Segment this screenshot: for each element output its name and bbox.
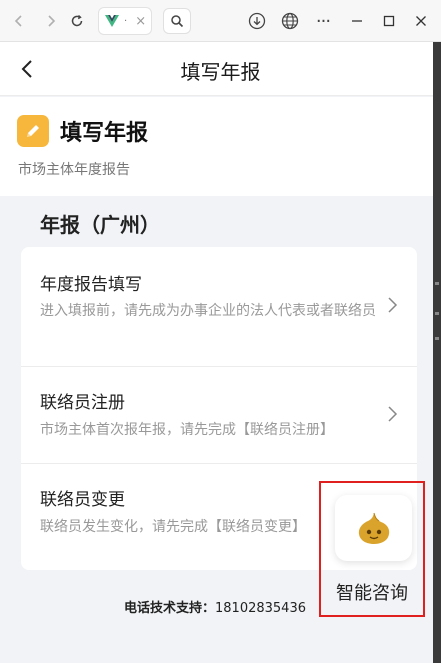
maximize-icon[interactable] xyxy=(376,8,402,34)
intro-title: 填写年报 xyxy=(60,121,149,146)
chevron-right-icon xyxy=(388,297,398,313)
tab-title: · xyxy=(124,15,128,27)
edge-mark xyxy=(435,282,439,285)
vue-logo-icon xyxy=(105,15,119,27)
list-item-contact-register[interactable]: 联络员注册 市场主体首次报年报，请先完成【联络员注册】 xyxy=(21,366,417,463)
page-header: 填写年报 xyxy=(0,42,441,96)
edge-mark xyxy=(435,337,439,340)
pencil-icon xyxy=(17,115,49,147)
ai-consult-label: 智能咨询 xyxy=(336,583,408,604)
intro-subtitle: 市场主体年度报告 xyxy=(18,162,130,178)
edge-mark xyxy=(435,312,439,315)
page-title: 填写年报 xyxy=(180,60,261,84)
list-item-title: 年度报告填写 xyxy=(40,275,142,295)
more-menu-icon[interactable]: ··· xyxy=(310,8,336,34)
reload-icon[interactable] xyxy=(64,8,90,34)
close-window-icon[interactable] xyxy=(408,8,434,34)
search-icon[interactable] xyxy=(163,8,191,34)
support-phone: 电话技术支持：18102835436 xyxy=(124,597,306,616)
intro-section: 填写年报 市场主体年度报告 xyxy=(0,97,441,196)
minimize-icon[interactable] xyxy=(344,8,370,34)
support-label: 电话技术支持： xyxy=(124,601,216,616)
browser-toolbar: · × ··· xyxy=(0,0,441,42)
ai-assistant-icon xyxy=(358,512,389,544)
section-title: 年报（广州） xyxy=(40,213,160,237)
list-item-title: 联络员变更 xyxy=(40,490,125,510)
list-item-desc: 进入填报前，请先成为办事企业的法人代表或者联络员 xyxy=(40,303,376,319)
browser-forward-icon[interactable] xyxy=(38,8,64,34)
list-item-annual-report[interactable]: 年度报告填写 进入填报前，请先成为办事企业的法人代表或者联络员 xyxy=(21,247,417,366)
tab-close-icon[interactable]: × xyxy=(135,14,146,29)
ai-assistant-tile[interactable] xyxy=(335,495,412,561)
window-edge xyxy=(433,42,441,663)
list-item-desc: 市场主体首次报年报，请先完成【联络员注册】 xyxy=(40,422,334,438)
browser-back-icon[interactable] xyxy=(6,8,32,34)
chevron-right-icon xyxy=(388,406,398,422)
browser-tab[interactable]: · × xyxy=(98,7,152,35)
list-item-title: 联络员注册 xyxy=(40,393,125,413)
ai-consult-button[interactable]: 智能咨询 xyxy=(319,481,425,617)
download-icon[interactable] xyxy=(244,8,270,34)
globe-icon[interactable] xyxy=(277,8,303,34)
support-number[interactable]: 18102835436 xyxy=(215,601,306,616)
